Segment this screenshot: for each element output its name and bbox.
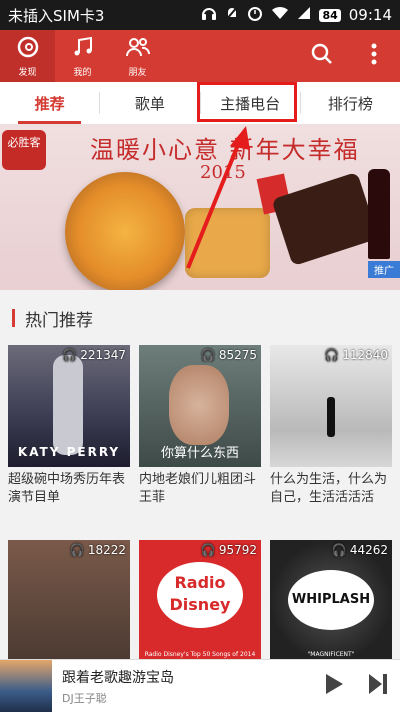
playlist-card[interactable]: 🎧 112840 什么为生活，什么为自己，生活活活活 xyxy=(270,345,392,507)
playlist-title: 超级碗中场秀历年表演节目单 xyxy=(8,472,126,505)
steak-tray-image xyxy=(271,171,379,267)
nav-discover-label: 发现 xyxy=(18,67,37,78)
headphones-icon: 🎧 xyxy=(331,543,347,557)
nav-friends-label: 朋友 xyxy=(128,67,147,78)
play-count: 🎧 112840 xyxy=(324,348,388,362)
clock: 09:14 xyxy=(348,6,392,24)
brand-logo: 必胜客 xyxy=(2,130,46,170)
play-count: 🎧 18222 xyxy=(69,543,126,557)
more-vertical-icon xyxy=(370,42,378,70)
now-playing-title: 跟着老歌趣游宝岛 xyxy=(62,669,174,686)
cover-subcaption: "MAGNIFICENT" xyxy=(307,651,355,658)
content-tabs: 推荐 歌单 主播电台 排行榜 xyxy=(0,82,400,125)
silhouette-figure xyxy=(327,397,335,437)
more-menu-button[interactable] xyxy=(348,30,400,82)
next-button[interactable] xyxy=(356,660,400,712)
whiplash-logo: WHIPLASH xyxy=(288,570,374,630)
friends-icon xyxy=(125,35,151,65)
snacks-image xyxy=(185,208,270,278)
playlist-card[interactable]: Radio Disney Radio Disney's Top 50 Songs… xyxy=(139,540,261,662)
play-count: 🎧 221347 xyxy=(62,348,126,362)
play-icon xyxy=(324,673,344,699)
headphones-icon: 🎧 xyxy=(69,543,85,557)
playlist-cover: 🎧 221347 KATY PERRY xyxy=(8,345,130,467)
play-count: 🎧 44262 xyxy=(331,543,388,557)
nav-my-music[interactable]: 我的 xyxy=(55,30,110,82)
now-playing-info[interactable]: 跟着老歌趣游宝岛 DJ王子聪 xyxy=(62,667,312,706)
headphones-icon: 🎧 xyxy=(62,348,78,362)
playlist-cover: WHIPLASH "MAGNIFICENT" 🎧 44262 xyxy=(270,540,392,662)
music-note-icon xyxy=(71,35,95,65)
tab-charts[interactable]: 排行榜 xyxy=(301,82,400,124)
playlist-cover: 🎧 18222 xyxy=(8,540,130,662)
playlist-card[interactable]: 🎧 221347 KATY PERRY 超级碗中场秀历年表演节目单 xyxy=(8,345,130,507)
netease-music-icon xyxy=(16,35,40,65)
cover-subcaption: Radio Disney's Top 50 Songs of 2014 xyxy=(144,651,256,658)
signal-icon xyxy=(297,6,311,24)
top-nav: 发现 我的 朋友 xyxy=(0,30,400,82)
playlist-cover: 🎧 85275 你算什么东西 xyxy=(139,345,261,467)
playlist-card[interactable]: WHIPLASH "MAGNIFICENT" 🎧 44262 xyxy=(270,540,392,662)
playlist-card[interactable]: 🎧 18222 xyxy=(8,540,130,662)
mini-player[interactable]: 跟着老歌趣游宝岛 DJ王子聪 xyxy=(0,659,400,712)
tab-radio[interactable]: 主播电台 xyxy=(201,82,300,124)
alarm-icon xyxy=(247,5,263,25)
playlist-cover: Radio Disney Radio Disney's Top 50 Songs… xyxy=(139,540,261,662)
headphones-icon xyxy=(201,5,217,25)
mute-icon xyxy=(225,5,240,25)
pizza-image xyxy=(65,172,185,290)
headphones-icon: 🎧 xyxy=(200,543,216,557)
nav-my-label: 我的 xyxy=(73,67,92,78)
section-title: 热门推荐 xyxy=(25,310,93,331)
skip-next-icon xyxy=(368,673,388,699)
playlist-title: 什么为生活，什么为自己，生活活活活 xyxy=(270,472,388,505)
search-button[interactable] xyxy=(296,30,348,82)
radio-disney-logo: Radio Disney xyxy=(157,562,243,628)
tab-recommend[interactable]: 推荐 xyxy=(0,82,99,124)
battery-level: 84 xyxy=(319,8,341,22)
performer-figure xyxy=(53,355,83,455)
status-bar: 未插入SIM卡3 84 09:14 xyxy=(0,0,400,30)
playlist-cover: 🎧 112840 xyxy=(270,345,392,467)
wine-bottle-image xyxy=(368,169,390,259)
play-count: 🎧 85275 xyxy=(200,348,257,362)
tab-playlists[interactable]: 歌单 xyxy=(100,82,199,124)
section-header: 热门推荐 xyxy=(0,298,400,338)
play-button[interactable] xyxy=(312,660,356,712)
nav-discover[interactable]: 发现 xyxy=(0,30,55,82)
headphones-icon: 🎧 xyxy=(324,348,340,362)
banner-title: 温暖小心意 新年大幸福 xyxy=(90,136,360,164)
face-image xyxy=(169,365,229,445)
cover-caption: 你算什么东西 xyxy=(160,446,239,461)
ad-tag: 推广 xyxy=(368,261,400,278)
nav-friends[interactable]: 朋友 xyxy=(110,30,165,82)
playlist-card[interactable]: 🎧 85275 你算什么东西 内地老娘们儿粗团斗王菲 xyxy=(139,345,261,507)
banner-year: 2015 xyxy=(200,162,246,183)
search-icon xyxy=(310,42,334,70)
play-count: 🎧 95792 xyxy=(200,543,257,557)
headphones-icon: 🎧 xyxy=(200,348,216,362)
playlist-title: 内地老娘们儿粗团斗王菲 xyxy=(139,472,257,505)
promo-banner[interactable]: 必胜客 温暖小心意 新年大幸福 2015 推广 xyxy=(0,124,400,290)
carrier-text: 未插入SIM卡3 xyxy=(8,6,105,25)
now-playing-artwork xyxy=(0,660,52,712)
section-accent-bar xyxy=(12,309,15,327)
cover-caption: KATY PERRY xyxy=(17,445,121,459)
wifi-icon xyxy=(271,6,289,24)
now-playing-artist: DJ王子聪 xyxy=(62,691,107,705)
